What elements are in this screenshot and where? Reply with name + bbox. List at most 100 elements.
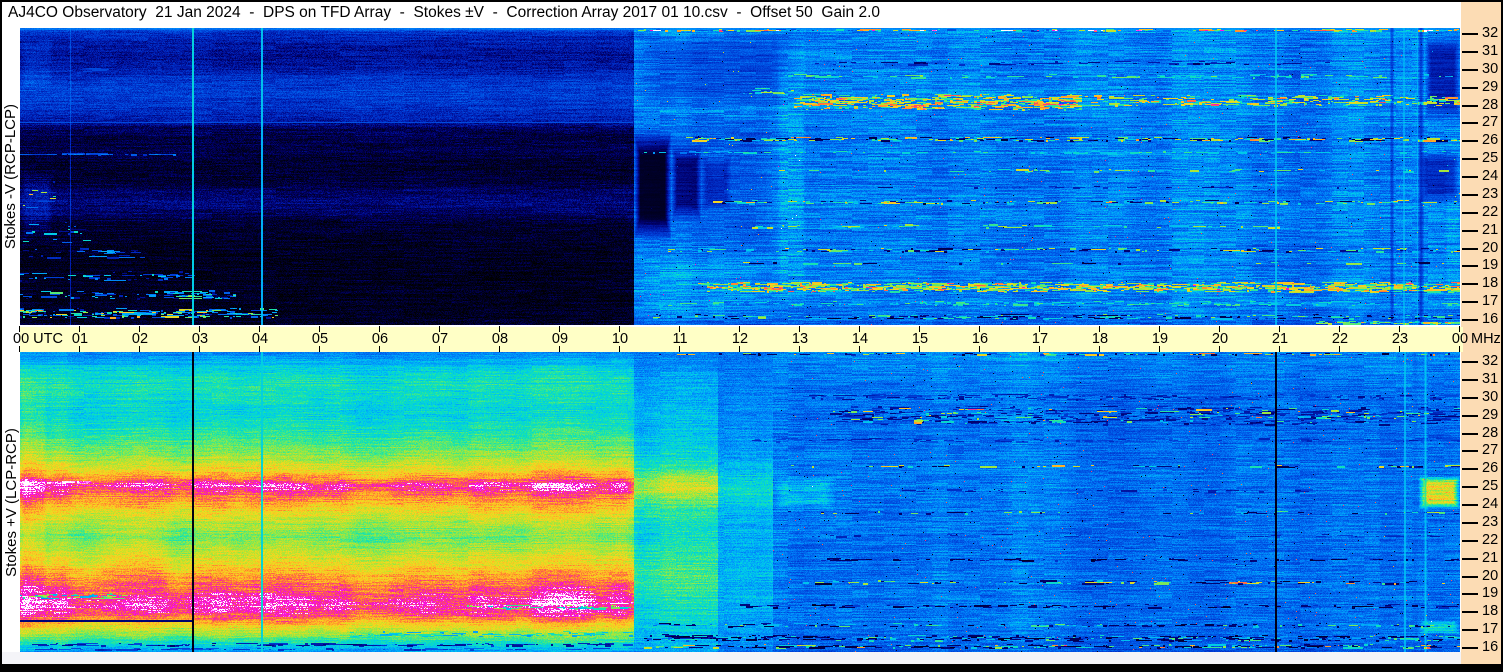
freq-tick	[1462, 50, 1478, 53]
spectrogram-canvas-stokes-minus-v	[20, 28, 1460, 325]
freq-tick	[1462, 193, 1478, 196]
freq-tick-label: 21	[1482, 221, 1499, 238]
freq-tick	[1462, 211, 1478, 214]
time-tick-label: 03	[191, 331, 209, 347]
freq-tick-label: 18	[1482, 603, 1499, 620]
utc-label: 00 UTC	[13, 331, 63, 347]
freq-tick	[1462, 521, 1478, 524]
freq-tick	[1462, 301, 1478, 304]
freq-tick-label: 26	[1482, 132, 1499, 149]
freq-tick	[1462, 283, 1478, 286]
time-tick-label: 12	[731, 331, 749, 347]
freq-tick	[1462, 629, 1478, 632]
freq-tick-label: 17	[1482, 621, 1499, 638]
freq-tick-label: 30	[1482, 60, 1499, 77]
time-tick-label: 20	[1211, 331, 1229, 347]
time-tick-label: 08	[491, 331, 509, 347]
panel-label-stokes-minus-v: Stokes -V (RCP-LCP)	[2, 28, 20, 325]
time-tick-label: 06	[371, 331, 389, 347]
time-tick-label: 09	[551, 331, 569, 347]
freq-tick-label: 24	[1482, 168, 1499, 184]
mhz-unit-label: MHz	[1471, 331, 1501, 347]
freq-tick	[1462, 229, 1478, 232]
freq-tick	[1462, 378, 1478, 381]
freq-tick-label: 31	[1482, 370, 1499, 387]
freq-tick	[1462, 104, 1478, 107]
freq-tick-label: 23	[1482, 185, 1499, 202]
freq-tick	[1462, 647, 1478, 649]
freq-tick	[1462, 361, 1478, 363]
freq-tick	[1462, 468, 1478, 471]
freq-tick-label: 16	[1482, 311, 1499, 327]
freq-tick-label: 28	[1482, 96, 1499, 113]
freq-tick	[1462, 414, 1478, 417]
time-tick-label: 13	[791, 331, 809, 347]
freq-tick	[1462, 432, 1478, 435]
frame-border-top	[0, 0, 1503, 2]
freq-tick-label: 16	[1482, 639, 1499, 655]
time-tick-label: 18	[1091, 331, 1109, 347]
freq-tick-label: 17	[1482, 293, 1499, 310]
time-tick-label: 01	[71, 331, 89, 347]
time-tick-label: 19	[1151, 331, 1169, 347]
time-tick-label: 22	[1331, 331, 1349, 347]
freq-tick-label: 25	[1482, 478, 1499, 495]
freq-tick	[1462, 593, 1478, 596]
freq-tick-label: 22	[1482, 203, 1499, 220]
freq-tick	[1462, 504, 1478, 506]
freq-tick	[1462, 140, 1478, 143]
freq-tick	[1462, 86, 1478, 89]
freq-tick	[1462, 450, 1478, 453]
freq-tick	[1462, 158, 1478, 161]
freq-tick	[1462, 319, 1478, 321]
freq-tick-label: 30	[1482, 388, 1499, 405]
freq-tick-label: 21	[1482, 549, 1499, 566]
freq-tick	[1462, 396, 1478, 399]
freq-tick-label: 26	[1482, 460, 1499, 477]
freq-tick-label: 25	[1482, 150, 1499, 167]
freq-tick-label: 27	[1482, 442, 1499, 459]
spectrogram-canvas-stokes-plus-v	[20, 352, 1460, 652]
freq-tick	[1462, 33, 1478, 35]
time-tick-label: 05	[311, 331, 329, 347]
time-tick-label: 10	[611, 331, 629, 347]
panel-label-text: Stokes -V (RCP-LCP)	[2, 103, 20, 250]
time-tick-label: 23	[1391, 331, 1409, 347]
freq-tick	[1462, 557, 1478, 560]
time-tick-label: 02	[131, 331, 149, 347]
freq-tick-label: 19	[1482, 257, 1499, 274]
page-title: AJ4CO Observatory 21 Jan 2024 - DPS on T…	[8, 4, 881, 21]
freq-tick-label: 19	[1482, 585, 1499, 602]
frame-border-bottom	[0, 664, 1503, 672]
app-frame: AJ4CO Observatory 21 Jan 2024 - DPS on T…	[0, 0, 1503, 672]
time-tick-label: 17	[1031, 331, 1049, 347]
freq-tick	[1462, 575, 1478, 578]
freq-tick	[1462, 68, 1478, 71]
time-tick-label: 15	[911, 331, 929, 347]
freq-tick	[1462, 539, 1478, 542]
freq-tick-label: 28	[1482, 424, 1499, 441]
frame-border-left	[0, 0, 2, 672]
freq-tick-label: 32	[1482, 353, 1499, 369]
time-tick-label: 16	[971, 331, 989, 347]
freq-tick	[1462, 486, 1478, 489]
freq-tick	[1462, 176, 1478, 178]
freq-tick-label: 29	[1482, 406, 1499, 423]
freq-tick-label: 22	[1482, 531, 1499, 548]
time-tick-label: 04	[251, 331, 269, 347]
time-tick-label: 07	[431, 331, 449, 347]
panel-label-stokes-plus-v: Stokes +V (LCP-RCP)	[2, 352, 20, 652]
time-tick-label: 11	[672, 331, 688, 347]
freq-tick	[1462, 611, 1478, 614]
freq-tick-label: 27	[1482, 114, 1499, 131]
panel-label-text: Stokes +V (LCP-RCP)	[2, 427, 20, 577]
freq-tick-label: 20	[1482, 239, 1499, 256]
freq-tick-label: 20	[1482, 567, 1499, 584]
freq-tick	[1462, 247, 1478, 250]
freq-tick	[1462, 122, 1478, 125]
freq-tick-label: 18	[1482, 275, 1499, 292]
freq-tick-label: 29	[1482, 78, 1499, 95]
time-tick-label: 21	[1271, 331, 1289, 347]
bottom-margin	[2, 652, 1461, 664]
freq-tick	[1462, 265, 1478, 268]
